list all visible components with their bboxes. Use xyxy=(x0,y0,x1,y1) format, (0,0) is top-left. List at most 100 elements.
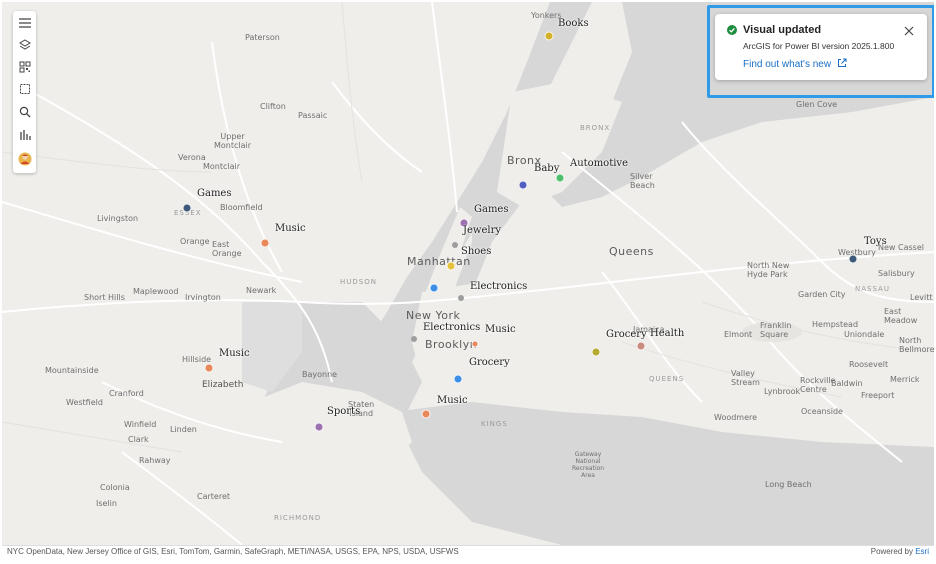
place-label: Westfield xyxy=(66,398,103,407)
notification-subtitle: ArcGIS for Power BI version 2025.1.800 xyxy=(743,41,895,51)
place-label: New York xyxy=(406,309,461,322)
whats-new-link[interactable]: Find out what's new xyxy=(743,58,847,70)
place-label: Baldwin xyxy=(831,379,863,388)
map-marker[interactable] xyxy=(452,242,458,248)
marker-label: Shoes xyxy=(461,246,492,257)
map-marker[interactable] xyxy=(636,341,646,351)
map-marker[interactable] xyxy=(204,363,214,373)
place-label: Passaic xyxy=(298,111,328,120)
place-label: Linden xyxy=(170,425,197,434)
marker-label: Games xyxy=(197,188,232,199)
place-label: Hillside xyxy=(182,355,212,364)
search-icon[interactable] xyxy=(13,101,36,123)
marker-label: Books xyxy=(558,18,589,29)
map-marker[interactable] xyxy=(260,238,270,248)
marker-label: Electronics xyxy=(470,281,528,292)
map-marker[interactable] xyxy=(518,180,528,190)
attribution-text: NYC OpenData, New Jersey Office of GIS, … xyxy=(7,547,459,556)
place-label: Glen Cove xyxy=(796,100,838,109)
marker-label: Music xyxy=(485,324,516,335)
map-marker[interactable] xyxy=(411,336,417,342)
marker-label: Jewelry xyxy=(463,225,502,236)
map-marker[interactable] xyxy=(848,254,858,264)
place-label: HUDSON xyxy=(340,278,377,286)
map-marker[interactable] xyxy=(453,374,463,384)
place-label: Oceanside xyxy=(801,407,843,416)
place-label: Paterson xyxy=(245,33,280,42)
marker-label: Grocery xyxy=(606,329,647,340)
place-label: Clark xyxy=(128,435,149,444)
external-link-icon xyxy=(837,58,847,67)
map-canvas[interactable]: Paterson Clifton Passaic Upper Montclair… xyxy=(2,2,934,545)
map-marker[interactable] xyxy=(555,173,565,183)
place-label: Montclair xyxy=(203,162,241,171)
marker-label: Music xyxy=(437,395,468,406)
check-circle-icon xyxy=(727,25,737,35)
marker-label: Games xyxy=(474,204,509,215)
place-label: Queens xyxy=(609,245,654,258)
place-label: Short Hills xyxy=(84,293,125,302)
map-marker[interactable] xyxy=(182,203,192,213)
powered-by: Powered by Esri xyxy=(871,547,929,556)
menu-icon[interactable] xyxy=(13,12,36,34)
marker-label: Automotive xyxy=(570,158,628,169)
place-label: Garden City xyxy=(798,290,846,299)
place-label: Bloomfield xyxy=(220,203,263,212)
place-label: Uniondale xyxy=(844,330,885,339)
place-label: Winfield xyxy=(124,420,157,429)
place-label: Carteret xyxy=(197,492,231,501)
place-label: Silver Beach xyxy=(630,172,655,190)
place-label: BRONX xyxy=(580,124,611,132)
place-label: Levitt xyxy=(910,293,933,302)
map-marker[interactable] xyxy=(471,340,479,348)
place-label: Mountainside xyxy=(45,366,99,375)
place-label: Franklin Square xyxy=(760,321,792,339)
qr-icon[interactable] xyxy=(13,56,36,78)
place-label: Verona xyxy=(178,153,206,162)
map-marker[interactable] xyxy=(429,283,439,293)
map-marker[interactable] xyxy=(314,422,324,432)
place-label: Westbury xyxy=(838,248,876,257)
place-label: Maplewood xyxy=(133,287,179,296)
select-icon[interactable] xyxy=(13,78,36,100)
place-label: Cranford xyxy=(109,389,144,398)
place-label: Valley Stream xyxy=(731,369,760,387)
place-label: East Orange xyxy=(212,240,242,258)
place-label: Lynbrook xyxy=(764,387,801,396)
marker-label: Electronics xyxy=(423,322,481,333)
place-label: North New Hyde Park xyxy=(747,261,790,279)
place-label: RICHMOND xyxy=(274,514,322,522)
place-label: Irvington xyxy=(185,293,221,302)
place-label: East Meadow xyxy=(884,307,918,325)
map-marker[interactable] xyxy=(544,31,554,41)
place-label: Bayonne xyxy=(302,370,338,379)
notification-title: Visual updated xyxy=(743,24,822,36)
map-marker[interactable] xyxy=(446,261,456,271)
place-label: NASSAU xyxy=(855,285,890,293)
map-marker[interactable] xyxy=(421,409,431,419)
place-label: Rahway xyxy=(139,456,171,465)
place-label: Hempstead xyxy=(812,320,859,329)
marker-label: Music xyxy=(219,348,250,359)
place-label: Roosevelt xyxy=(849,360,889,369)
esri-link[interactable]: Esri xyxy=(915,547,929,556)
place-label: North Bellmore xyxy=(899,336,934,354)
marker-label: Toys xyxy=(864,236,887,247)
marker-label: Music xyxy=(275,223,306,234)
place-label: Elmont xyxy=(724,330,753,339)
place-label: Salisbury xyxy=(878,269,915,278)
map-footer: NYC OpenData, New Jersey Office of GIS, … xyxy=(2,545,934,558)
place-label: Long Beach xyxy=(765,480,812,489)
avatar-icon[interactable] xyxy=(13,148,36,170)
place-label: Freeport xyxy=(861,391,895,400)
close-icon[interactable] xyxy=(904,26,914,36)
place-label: Iselin xyxy=(96,499,117,508)
place-label: KINGS xyxy=(481,420,508,428)
place-label: Upper Montclair xyxy=(214,132,252,150)
map-marker[interactable] xyxy=(591,347,601,357)
layers-icon[interactable] xyxy=(13,34,36,56)
map-marker[interactable] xyxy=(458,295,464,301)
chart-icon[interactable] xyxy=(13,124,36,146)
marker-label: Sports xyxy=(327,406,361,417)
notification-toast: Visual updated ArcGIS for Power BI versi… xyxy=(715,14,927,80)
